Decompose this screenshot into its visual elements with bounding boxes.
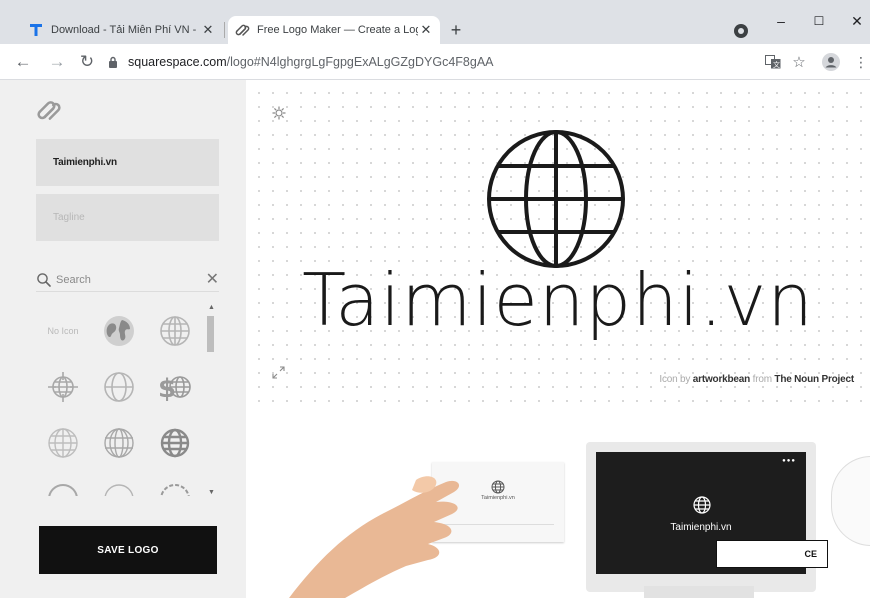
back-button[interactable]: ← bbox=[12, 51, 34, 73]
svg-text:文: 文 bbox=[773, 60, 780, 69]
website-cta-button[interactable]: CE bbox=[716, 540, 828, 568]
globe-logo-icon[interactable] bbox=[485, 128, 627, 270]
monitor-stand bbox=[644, 586, 754, 598]
icon-option-globe-outline[interactable] bbox=[92, 360, 146, 414]
striped-globe-icon bbox=[104, 428, 134, 458]
lock-icon[interactable] bbox=[106, 55, 120, 69]
tab-divider bbox=[224, 22, 225, 38]
forward-button[interactable]: → bbox=[46, 51, 68, 73]
tab-search-icon[interactable] bbox=[734, 24, 748, 38]
clear-search-icon[interactable]: ✕ bbox=[206, 271, 219, 288]
tagline-field[interactable]: Tagline bbox=[36, 194, 219, 241]
icon-library-grid: No Icon $ bbox=[36, 304, 206, 496]
expand-icon[interactable] bbox=[272, 366, 285, 379]
credit-prefix: Icon by bbox=[659, 374, 693, 385]
business-name-field[interactable]: Taimienphi.vn bbox=[36, 139, 219, 186]
url-host: squarespace.com bbox=[128, 55, 227, 69]
browser-toolbar: ← → ↻ squarespace.com/logo#N4lghgrgLgFgp… bbox=[0, 44, 870, 80]
new-tab-button[interactable]: + bbox=[446, 20, 466, 40]
icon-option-partial[interactable] bbox=[92, 472, 146, 496]
tab-title: Download - Tải Miễn Phí VN - Pł bbox=[51, 24, 200, 36]
logo-canvas[interactable]: Taimienphi.vn Icon by artworkbean from T… bbox=[246, 80, 870, 406]
globe-icon bbox=[160, 484, 190, 496]
squarespace-logo-icon[interactable] bbox=[36, 100, 62, 122]
tab-close-icon[interactable]: ✕ bbox=[418, 22, 434, 38]
icon-option-partial[interactable] bbox=[148, 472, 202, 496]
tab-title: Free Logo Maker — Create a Log bbox=[257, 24, 418, 36]
hand-illustration bbox=[289, 476, 460, 598]
grid-globe-icon bbox=[48, 428, 78, 458]
icon-option-no-icon[interactable]: No Icon bbox=[36, 304, 90, 358]
translate-icon[interactable]: 文 bbox=[764, 53, 782, 71]
menu-icon[interactable]: ⋮ bbox=[852, 53, 870, 71]
icon-grid-scrollbar[interactable]: ▲ ▼ bbox=[206, 304, 216, 496]
tab-download[interactable]: Download - Tải Miễn Phí VN - Pł ✕ bbox=[22, 16, 222, 44]
icon-option-target-globe[interactable] bbox=[36, 360, 90, 414]
icon-search-input[interactable]: Search ✕ bbox=[36, 268, 219, 292]
monitor-mockup: ●●● Taimienphi.vn bbox=[586, 442, 816, 592]
save-logo-button[interactable]: SAVE LOGO bbox=[39, 526, 217, 574]
tab-logo-maker[interactable]: Free Logo Maker — Create a Log ✕ bbox=[228, 16, 440, 44]
logo-wordmark[interactable]: Taimienphi.vn bbox=[246, 258, 870, 342]
profile-icon[interactable] bbox=[822, 53, 840, 71]
taimienphi-favicon bbox=[28, 22, 44, 38]
earth-icon bbox=[104, 316, 134, 346]
logo-mockups: Taimienphi.vn ●●● Taimienphi.vn CE bbox=[246, 406, 870, 598]
icon-option-dollar-globe[interactable]: $ bbox=[148, 360, 202, 414]
maximize-button[interactable]: ☐ bbox=[804, 10, 834, 32]
scroll-up-arrow-icon[interactable]: ▲ bbox=[208, 304, 215, 311]
address-bar[interactable]: squarespace.com/logo#N4lghgrgLgFgpgExALg… bbox=[106, 50, 806, 74]
globe-icon bbox=[104, 484, 134, 496]
bold-globe-icon bbox=[160, 428, 190, 458]
search-placeholder: Search bbox=[56, 273, 91, 286]
screen-logo-text: Taimienphi.vn bbox=[670, 522, 732, 533]
screen-menu-dots: ●●● bbox=[782, 458, 796, 464]
icon-option-partial[interactable] bbox=[36, 472, 90, 496]
no-icon-label: No Icon bbox=[47, 326, 79, 336]
credit-middle: from bbox=[750, 374, 775, 385]
icon-credit: Icon by artworkbean from The Noun Projec… bbox=[659, 374, 854, 385]
icon-option-striped-globe[interactable] bbox=[92, 416, 146, 470]
icon-option-bold-globe[interactable] bbox=[148, 416, 202, 470]
dollar-globe-icon: $ bbox=[158, 374, 191, 404]
scrollbar-thumb[interactable] bbox=[207, 316, 214, 352]
icon-option-earth[interactable] bbox=[92, 304, 146, 358]
credit-source-link[interactable]: The Noun Project bbox=[774, 374, 854, 385]
squarespace-favicon bbox=[234, 22, 250, 38]
tab-strip: Download - Tải Miễn Phí VN - Pł ✕ Free L… bbox=[0, 0, 870, 44]
screen-globe-icon bbox=[693, 496, 711, 514]
globe-icon bbox=[48, 484, 78, 496]
search-icon bbox=[37, 272, 51, 287]
target-globe-icon bbox=[48, 372, 78, 402]
window-close-button[interactable]: ✕ bbox=[842, 10, 870, 32]
icon-option-globe[interactable] bbox=[148, 304, 202, 358]
url-path: /logo#N4lghgrgLgFgpgExALgGZgDYGc4F8gAA bbox=[226, 55, 494, 69]
reload-button[interactable]: ↻ bbox=[76, 51, 98, 73]
star-icon[interactable]: ☆ bbox=[790, 53, 808, 71]
tab-close-icon[interactable]: ✕ bbox=[200, 22, 216, 38]
minimize-button[interactable]: – bbox=[766, 10, 796, 32]
globe-icon bbox=[160, 316, 190, 346]
editor-sidebar: Taimienphi.vn Tagline Search ✕ No Icon $… bbox=[0, 80, 246, 598]
gear-icon[interactable] bbox=[272, 106, 286, 120]
credit-author-link[interactable]: artworkbean bbox=[693, 374, 750, 385]
scroll-down-arrow-icon[interactable]: ▼ bbox=[208, 489, 215, 496]
page-content: Taimienphi.vn Tagline Search ✕ No Icon $… bbox=[0, 80, 870, 598]
shirt-mockup bbox=[831, 456, 870, 546]
globe-outline-icon bbox=[104, 372, 134, 402]
icon-option-grid-globe[interactable] bbox=[36, 416, 90, 470]
